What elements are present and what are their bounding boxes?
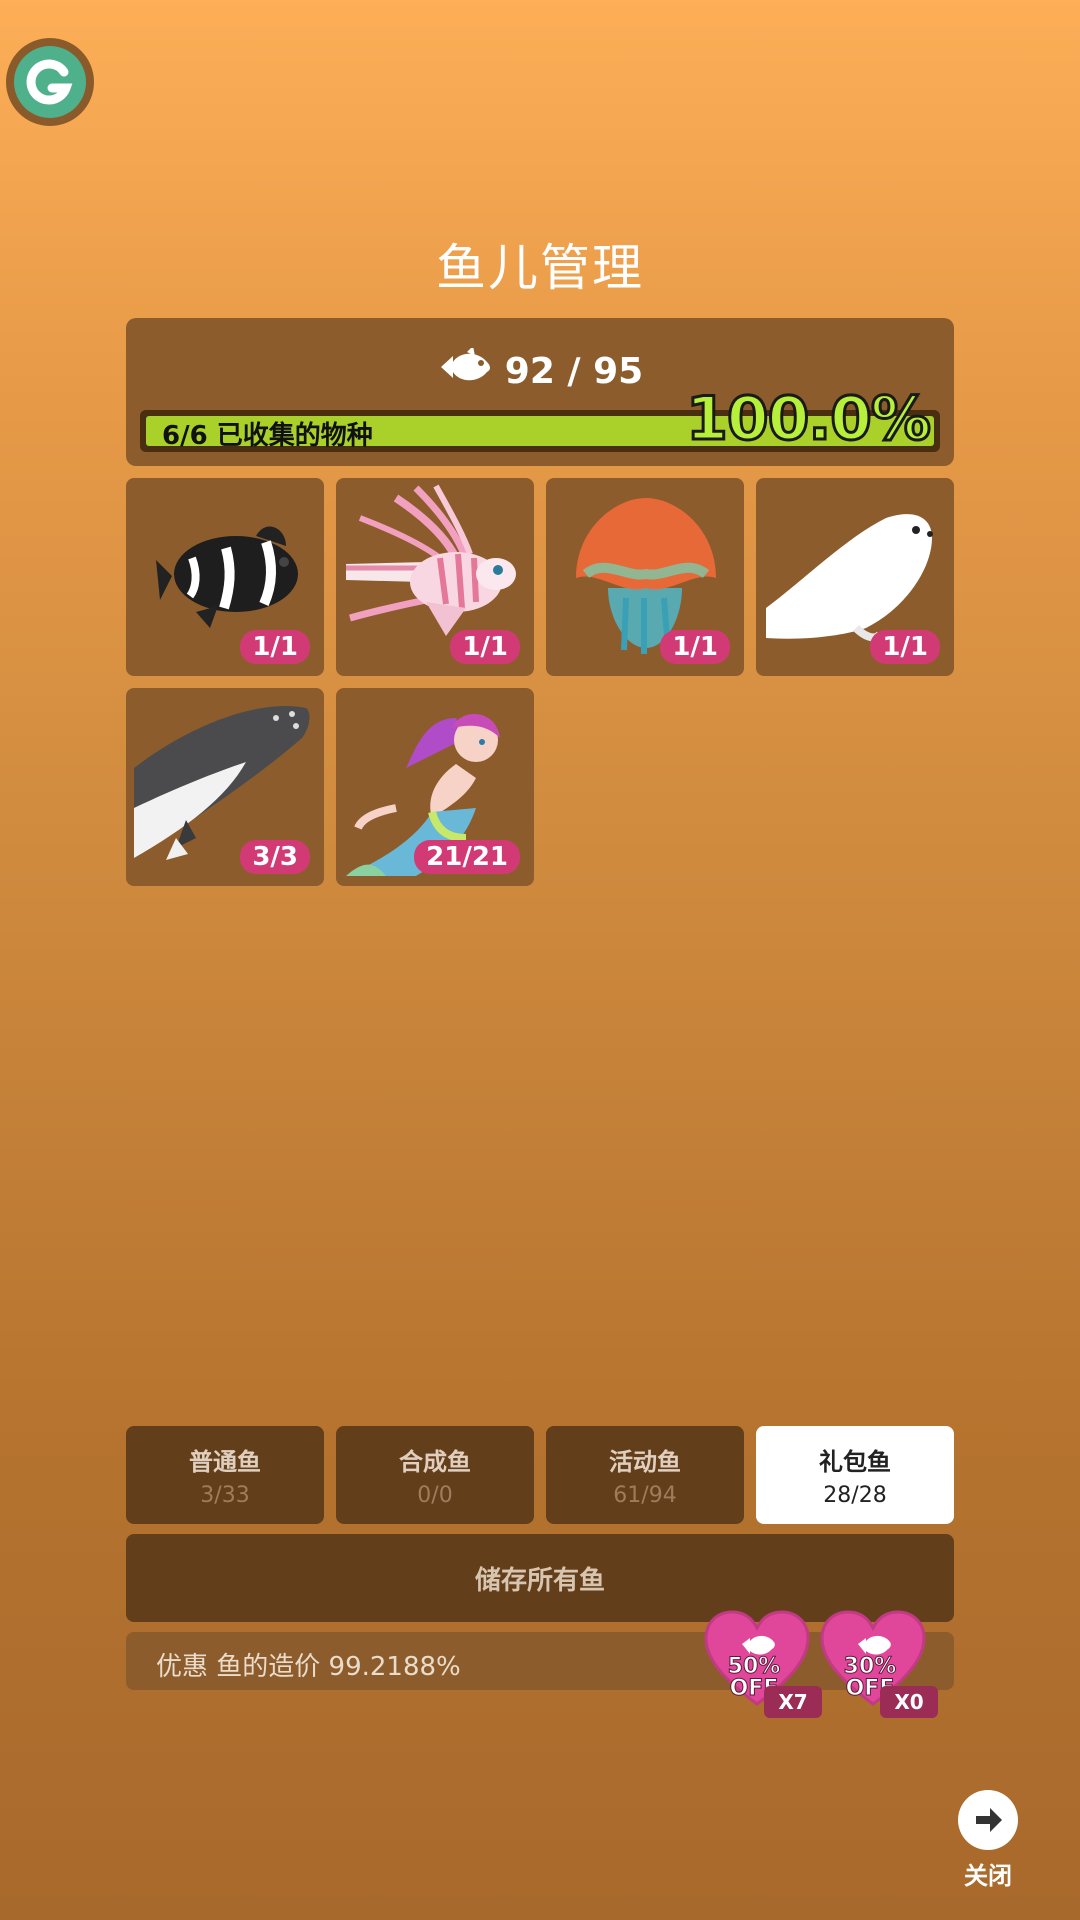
- coupon-30-off[interactable]: 30% OFF X0: [818, 1608, 938, 1718]
- tab-gift-fish[interactable]: 礼包鱼 28/28: [756, 1426, 954, 1524]
- coupon-quantity: X7: [764, 1686, 822, 1718]
- species-card-clownfish[interactable]: 1/1: [126, 478, 324, 676]
- tab-label: 活动鱼: [609, 1448, 681, 1476]
- collected-species-label: 6/6 已收集的物种: [162, 421, 373, 451]
- species-count-badge: 1/1: [240, 630, 310, 664]
- species-count-badge: 1/1: [450, 630, 520, 664]
- arrow-right-icon: [968, 1800, 1008, 1840]
- species-card-whale[interactable]: 3/3: [126, 688, 324, 886]
- species-card-seal[interactable]: 1/1: [756, 478, 954, 676]
- species-card-jellyfish[interactable]: 1/1: [546, 478, 744, 676]
- tab-count: 61/94: [613, 1483, 677, 1508]
- g-logo-icon: [14, 46, 86, 118]
- tab-merged-fish[interactable]: 合成鱼 0/0: [336, 1426, 534, 1524]
- close-button[interactable]: [958, 1790, 1018, 1850]
- tab-label: 礼包鱼: [819, 1448, 891, 1476]
- close-label: 关闭: [964, 1862, 1012, 1890]
- collection-percent: 100.0%: [685, 383, 933, 456]
- coupon-50-off[interactable]: 50% OFF X7: [702, 1608, 822, 1718]
- collection-summary: 92 / 95 6/6 已收集的物种 100.0%: [126, 318, 954, 466]
- tab-label: 普通鱼: [189, 1448, 261, 1476]
- tab-regular-fish[interactable]: 普通鱼 3/33: [126, 1426, 324, 1524]
- tab-count: 3/33: [200, 1483, 250, 1508]
- fish-icon: [437, 346, 493, 395]
- category-tabs: 普通鱼 3/33 合成鱼 0/0 活动鱼 61/94 礼包鱼 28/28: [126, 1426, 954, 1524]
- species-count-badge: 21/21: [414, 840, 520, 874]
- app-logo-button[interactable]: [6, 38, 94, 126]
- tab-count: 0/0: [417, 1483, 453, 1508]
- tab-event-fish[interactable]: 活动鱼 61/94: [546, 1426, 744, 1524]
- discount-text: 优惠 鱼的造价 99.2188%: [156, 1652, 461, 1682]
- tab-label: 合成鱼: [399, 1448, 471, 1476]
- species-card-lionfish[interactable]: 1/1: [336, 478, 534, 676]
- species-grid: 1/1 1/1 1/1 1/1 3/3 21/21: [126, 478, 954, 886]
- page-title: 鱼儿管理: [436, 239, 644, 297]
- fish-count: 92 / 95: [504, 351, 644, 392]
- species-count-badge: 3/3: [240, 840, 310, 874]
- species-card-mermaid[interactable]: 21/21: [336, 688, 534, 886]
- species-count-badge: 1/1: [870, 630, 940, 664]
- coupon-quantity: X0: [880, 1686, 938, 1718]
- tab-count: 28/28: [823, 1483, 887, 1508]
- collection-progress-bar: 6/6 已收集的物种 100.0%: [140, 383, 940, 456]
- species-count-badge: 1/1: [660, 630, 730, 664]
